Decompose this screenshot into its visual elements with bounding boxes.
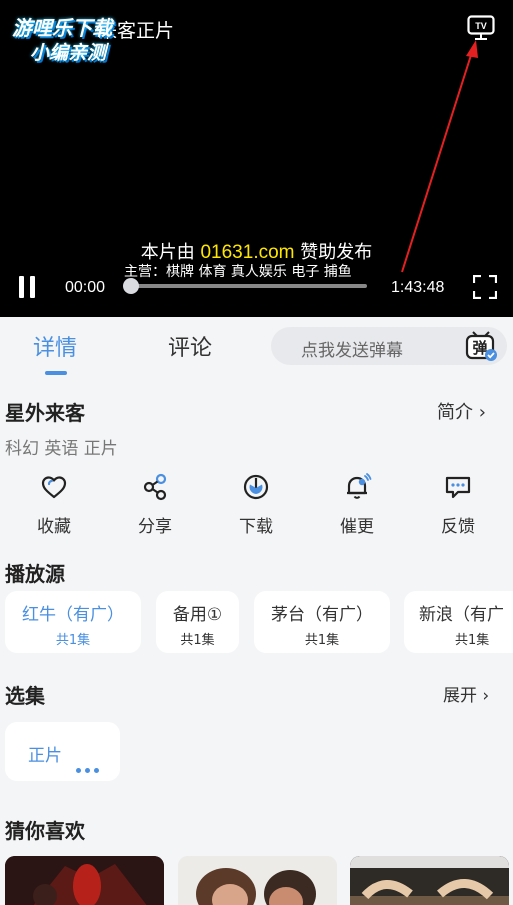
recommend-poster[interactable] [5,856,164,905]
video-player[interactable]: 来客正片 游哩乐下载 小编亲测 TV 本片由 01631.com 赞助发布 主营… [0,0,513,317]
share-icon [143,473,167,501]
sponsor-suffix: 赞助发布 [294,242,373,263]
danmaku-toggle-icon[interactable]: 弹 [464,330,498,362]
watermark-line1: 游哩乐下载 [12,16,112,40]
ad-subtitle: 主营：棋牌 体育 真人娱乐 电子 捕鱼 [124,264,352,280]
poster-image [178,856,337,905]
update-reminder-button[interactable]: 催更 [322,472,392,542]
heart-icon [41,476,67,499]
poster-image [350,856,509,905]
bell-icon [347,473,372,499]
share-label: 分享 [138,517,172,537]
tv-cast-icon[interactable]: TV [467,15,495,41]
download-icon [243,474,269,500]
intro-link[interactable]: 简介 › [437,398,486,424]
recommend-poster[interactable] [178,856,337,905]
source-item-hongniu[interactable]: 红牛（有广） 共1集 [5,591,141,653]
sponsor-site: 01631.com [200,242,295,263]
favorite-label: 收藏 [37,517,71,537]
watermark-line2: 小编亲测 [30,42,107,64]
expand-link[interactable]: 展开 › [443,681,489,706]
source-name: 红牛（有广） [22,605,124,625]
app-root: 来客正片 游哩乐下载 小编亲测 TV 本片由 01631.com 赞助发布 主营… [0,0,513,905]
recommend-poster[interactable] [350,856,509,905]
download-label: 下载 [239,517,273,537]
source-name: 备用① [172,605,223,625]
sponsor-prefix: 本片由 [140,242,201,263]
download-button[interactable]: 下载 [221,472,291,542]
active-tab-indicator [45,371,67,375]
share-button[interactable]: 分享 [120,472,190,542]
tab-details[interactable]: 详情 [33,330,77,362]
favorite-button[interactable]: 收藏 [19,472,89,542]
movie-tags: 科幻 英语 正片 [5,439,118,459]
poster-image [5,856,164,905]
watermark-logo: 游哩乐下载 小编亲测 [12,12,152,64]
fullscreen-icon[interactable] [473,275,497,299]
danmaku-input[interactable]: 点我发送弹幕 弹 [271,327,507,365]
source-item-xinlang[interactable]: 新浪（有广 共1集 [404,591,513,653]
progress-bar[interactable] [130,284,367,288]
source-name: 茅台（有广） [271,605,373,625]
current-time: 00:00 [65,279,106,296]
sources-heading: 播放源 [5,562,65,586]
episodes-heading: 选集 [5,684,45,708]
tab-comments[interactable]: 评论 [168,330,212,362]
source-count: 共1集 [304,633,340,648]
movie-title: 星外来客 [5,401,85,425]
update-reminder-label: 催更 [340,517,374,537]
source-item-maotai[interactable]: 茅台（有广） 共1集 [254,591,390,653]
source-count: 共1集 [55,633,91,648]
source-item-backup[interactable]: 备用① 共1集 [156,591,239,653]
duration: 1:43:48 [391,279,445,296]
feedback-label: 反馈 [441,517,475,537]
source-count: 共1集 [180,633,215,648]
source-count: 共1集 [455,633,490,648]
recommend-heading: 猜你喜欢 [5,819,85,843]
pause-icon[interactable] [17,276,39,298]
danmaku-placeholder: 点我发送弹幕 [301,341,403,361]
feedback-button[interactable]: 反馈 [423,472,493,542]
source-name: 新浪（有广 [419,605,504,625]
progress-knob[interactable] [123,278,139,294]
feedback-icon [445,476,471,499]
playing-indicator-icon [76,758,103,777]
episode-label: 正片 [28,746,62,766]
episode-item[interactable]: 正片 [5,722,120,781]
tv-icon-text: TV [475,21,487,31]
